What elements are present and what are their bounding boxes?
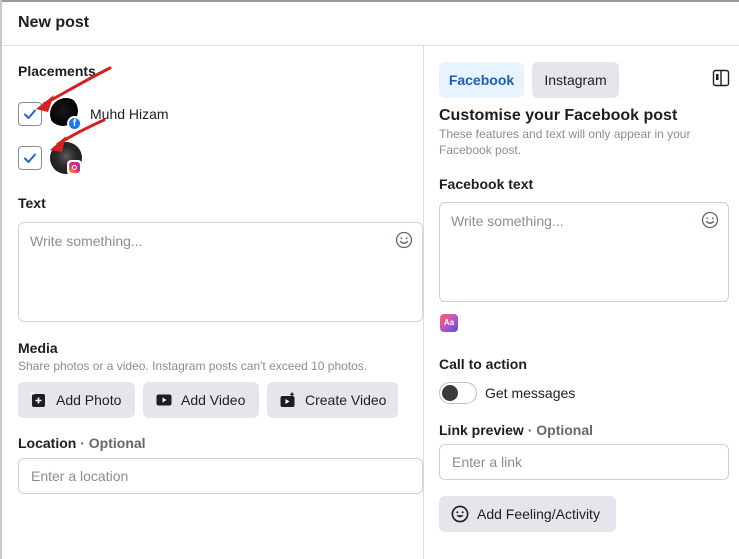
tab-instagram[interactable]: Instagram (532, 62, 619, 98)
get-messages-toggle[interactable] (439, 382, 477, 404)
link-preview-optional: · Optional (527, 422, 594, 438)
post-text-input[interactable]: Write something... (18, 222, 423, 322)
add-feeling-label: Add Feeling/Activity (477, 506, 600, 522)
facebook-text-label: Facebook text (439, 176, 534, 192)
panel-divider (423, 46, 424, 559)
add-video-button[interactable]: Add Video (143, 382, 259, 418)
text-style-icon[interactable]: Aa (440, 314, 458, 332)
text-label: Text (18, 195, 46, 211)
location-label: Location · Optional (18, 435, 146, 451)
add-photo-icon (30, 392, 45, 407)
add-feeling-button[interactable]: Add Feeling/Activity (439, 496, 616, 532)
dialog-title: New post (18, 14, 90, 31)
annotation-arrow-icon (36, 66, 112, 152)
create-video-label: Create Video (305, 392, 387, 408)
add-video-icon (156, 394, 172, 406)
facebook-text-placeholder: Write something... (451, 213, 564, 229)
link-preview-label: Link preview · Optional (439, 422, 593, 438)
link-preview-label-text: Link preview (439, 422, 524, 438)
window-left-border (0, 0, 2, 559)
customise-description: These features and text will only appear… (439, 127, 691, 157)
add-video-label: Add Video (181, 392, 246, 408)
facebook-text-input[interactable]: Write something... (439, 202, 729, 302)
create-video-button[interactable]: Create Video (267, 382, 398, 418)
location-label-text: Location (18, 435, 77, 451)
link-placeholder: Enter a link (452, 454, 523, 470)
customise-title: Customise your Facebook post (439, 107, 678, 124)
link-input[interactable]: Enter a link (439, 444, 729, 480)
smiley-icon (451, 505, 469, 523)
emoji-icon[interactable] (395, 231, 413, 249)
location-input[interactable]: Enter a location (18, 458, 423, 494)
emoji-icon[interactable] (701, 211, 719, 229)
get-messages-label: Get messages (485, 385, 576, 401)
location-placeholder: Enter a location (31, 468, 129, 484)
add-photo-button[interactable]: Add Photo (18, 382, 135, 418)
panel-toggle-icon[interactable] (712, 69, 730, 87)
media-hint: Share photos or a video. Instagram posts… (18, 359, 368, 373)
toggle-knob (442, 385, 458, 401)
create-video-icon (280, 391, 295, 407)
call-to-action-label: Call to action (439, 356, 527, 372)
add-photo-label: Add Photo (56, 392, 122, 408)
post-text-placeholder: Write something... (30, 233, 143, 249)
dialog-header: New post (2, 2, 739, 46)
media-label: Media (18, 340, 58, 356)
location-optional: · Optional (80, 435, 146, 451)
tab-facebook[interactable]: Facebook (439, 62, 524, 98)
